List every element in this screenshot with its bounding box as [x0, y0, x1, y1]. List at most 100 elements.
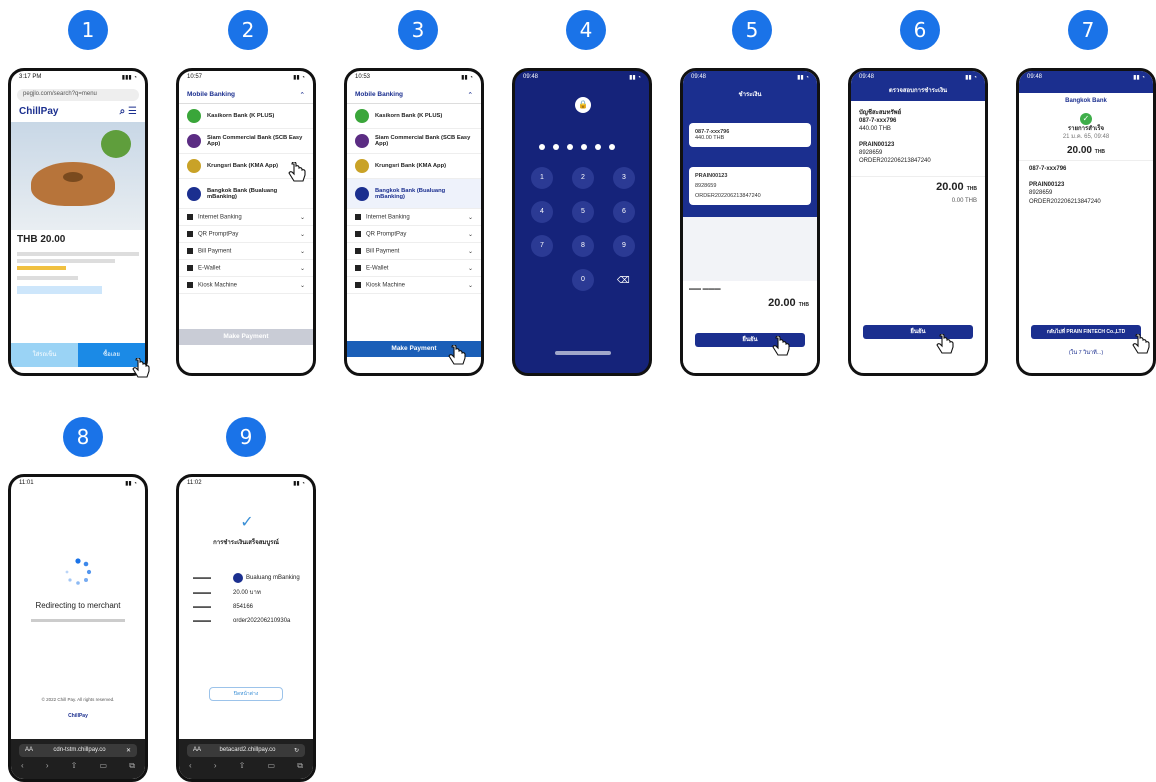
signal-icon: ▮▮ ◔ — [797, 75, 809, 81]
close-window-button[interactable]: ปิดหน้าต่าง — [209, 687, 283, 701]
status-time: 11:02 — [187, 480, 202, 486]
category-bill-payment[interactable]: Bill Payment ⌄ — [347, 243, 481, 260]
fee-display: 0.00 THB — [951, 197, 977, 204]
key-3[interactable]: 3 — [613, 167, 635, 189]
bookmarks-icon[interactable]: ▭ — [268, 761, 276, 771]
bangkok-bank-logo-icon — [187, 186, 201, 201]
forward-icon[interactable]: › — [46, 761, 49, 771]
key-8[interactable]: 8 — [572, 235, 594, 257]
browser-url-bar[interactable]: pegjlo.com/search?q=menu — [17, 89, 139, 101]
cart-icon[interactable]: ⌕ ☰ — [120, 106, 137, 117]
status-time: 11:01 — [19, 480, 34, 486]
back-icon[interactable]: ‹ — [189, 761, 192, 771]
key-9[interactable]: 9 — [613, 235, 635, 257]
safari-url-bar[interactable]: AA betacard2.chillpay.co ↻ — [187, 744, 305, 757]
scb-logo-icon — [355, 134, 369, 148]
mobile-banking-header[interactable]: Mobile Banking ⌃ — [179, 87, 313, 104]
bank-option-bangkok-selected[interactable]: Bangkok Bank (Bualuang mBanking) — [347, 179, 481, 209]
category-bill-payment[interactable]: Bill Payment ⌄ — [179, 243, 313, 260]
to-merchant: PRAIN00123 8928659 ORDER202206213847240 — [859, 142, 931, 165]
safari-toolbar: AA betacard2.chillpay.co ↻ ‹ › ⇧ ▭ ⧉ — [179, 739, 313, 779]
key-2[interactable]: 2 — [572, 167, 594, 189]
bank-option-kplus[interactable]: Kasikorn Bank (K PLUS) — [179, 104, 313, 129]
signal-icon: ▮▮ ◔ — [461, 75, 473, 81]
category-kiosk-machine[interactable]: Kiosk Machine ⌄ — [347, 277, 481, 294]
confirm-button[interactable]: ยืนยัน — [863, 325, 973, 339]
category-e-wallet[interactable]: E-Wallet ⌄ — [347, 260, 481, 277]
bank-option-scb[interactable]: Siam Commercial Bank (SCB Easy App) — [347, 129, 481, 154]
step-badge-4: 4 — [566, 10, 606, 50]
key-7[interactable]: 7 — [531, 235, 553, 257]
category-qr-promptpay[interactable]: QR PromptPay ⌄ — [347, 226, 481, 243]
status-time: 10:57 — [187, 74, 203, 80]
bank-option-scb[interactable]: Siam Commercial Bank (SCB Easy App) — [179, 129, 313, 154]
product-image — [11, 122, 145, 230]
bank-header: Bangkok Bank — [1065, 98, 1107, 104]
product-price: THB 20.00 — [17, 234, 66, 245]
step-badge-8: 8 — [63, 417, 103, 457]
key-5[interactable]: 5 — [572, 201, 594, 223]
category-internet-banking[interactable]: Internet Banking ⌄ — [179, 209, 313, 226]
status-time: 3:17 PM — [19, 74, 42, 80]
phone-5-payment-review: 09:48 ▮▮ ◔ ชำระเงิน 087-7-xxx796 440.00 T… — [680, 68, 820, 376]
share-icon[interactable]: ⇧ — [71, 761, 78, 771]
checkmark-icon: ✓ — [240, 514, 254, 531]
signal-icon: ▮▮ ◔ — [1133, 75, 1145, 81]
to-merchant-card: PRAIN00123 8928659 ORDER202206213847240 — [689, 167, 811, 205]
transaction-date: 21 ม.ค. 65, 09:48 — [1062, 134, 1110, 141]
status-time: 09:48 — [859, 74, 875, 80]
cake-center — [63, 172, 83, 182]
tabs-icon[interactable]: ⧉ — [129, 761, 135, 771]
bank-logo-icon — [233, 573, 243, 583]
krungsri-logo-icon — [355, 159, 369, 173]
step-badge-7: 7 — [1068, 10, 1108, 50]
signal-icon: ▮▮ ◔ — [125, 481, 137, 487]
backspace-icon[interactable]: ⌫ — [617, 275, 630, 286]
back-icon[interactable]: ‹ — [21, 761, 24, 771]
phone-4-pin-entry: 09:48 ▮▮ ◔ 🔒 1 2 3 4 5 6 7 8 9 0 ⌫ — [512, 68, 652, 376]
phone-6-verify-payment: 09:48 ▮▮ ◔ ตรวจสอบการชำระเงิน บัญชีสะสมทร… — [848, 68, 988, 376]
return-to-merchant-button[interactable]: กลับไปที่ PRAIN FINTECH Co.,LTD — [1031, 325, 1141, 339]
lock-icon: 🔒 — [575, 97, 591, 113]
step-badge-6: 6 — [900, 10, 940, 50]
category-kiosk-machine[interactable]: Kiosk Machine ⌄ — [179, 277, 313, 294]
safari-toolbar: AA cdn-tstm.chillpay.co ✕ ‹ › ⇧ ▭ ⧉ — [11, 739, 145, 779]
key-1[interactable]: 1 — [531, 167, 553, 189]
reload-icon: ↻ — [293, 748, 299, 754]
forward-icon[interactable]: › — [214, 761, 217, 771]
key-4[interactable]: 4 — [531, 201, 553, 223]
category-e-wallet[interactable]: E-Wallet ⌄ — [179, 260, 313, 277]
step-badge-1: 1 — [68, 10, 108, 50]
share-icon[interactable]: ⇧ — [239, 761, 246, 771]
from-account: บัญชีสะสมทรัพย์ 087-7-xxx796 440.00 THB — [859, 110, 902, 133]
pin-dots — [535, 137, 619, 155]
chillpay-logo: ChillPay — [68, 713, 88, 719]
from-account: 087-7-xxx796 — [1019, 160, 1153, 177]
bank-option-kplus[interactable]: Kasikorn Bank (K PLUS) — [347, 104, 481, 129]
make-payment-button-disabled[interactable]: Make Payment — [179, 329, 313, 345]
bank-option-krungsri[interactable]: Krungsri Bank (KMA App) — [347, 154, 481, 179]
screen-title: ตรวจสอบการชำระเงิน — [888, 88, 948, 94]
add-to-cart-button[interactable]: ใส่รถเข็น — [11, 343, 78, 367]
payment-summary: ▬▬▬ Bualuang mBanking ▬▬▬ 20.00 บาท ▬▬▬ 854… — [193, 573, 300, 625]
signal-icon: ▮▮ ◔ — [629, 75, 641, 81]
status-time: 09:48 — [1027, 74, 1043, 80]
amount-caption: ▬▬ ▬▬▬ — [689, 286, 721, 292]
key-0[interactable]: 0 — [572, 269, 594, 291]
signal-icon: ▮▮ ◔ — [293, 481, 305, 487]
mobile-banking-header[interactable]: Mobile Banking ⌃ — [347, 87, 481, 104]
redirect-title: Redirecting to merchant — [35, 601, 121, 610]
loading-spinner-icon — [65, 558, 92, 585]
amount-display: 20.00 THB — [1066, 145, 1106, 157]
tap-hand-icon — [772, 335, 790, 358]
chevron-up-icon: ⌃ — [467, 92, 473, 99]
scb-logo-icon — [187, 134, 201, 148]
category-internet-banking[interactable]: Internet Banking ⌄ — [347, 209, 481, 226]
tabs-icon[interactable]: ⧉ — [297, 761, 303, 771]
key-6[interactable]: 6 — [613, 201, 635, 223]
bookmarks-icon[interactable]: ▭ — [100, 761, 108, 771]
screen-title: ชำระเงิน — [738, 92, 762, 98]
category-qr-promptpay[interactable]: QR PromptPay ⌄ — [179, 226, 313, 243]
safari-url-bar[interactable]: AA cdn-tstm.chillpay.co ✕ — [19, 744, 137, 757]
signal-icon: ▮▮ ◔ — [965, 75, 977, 81]
